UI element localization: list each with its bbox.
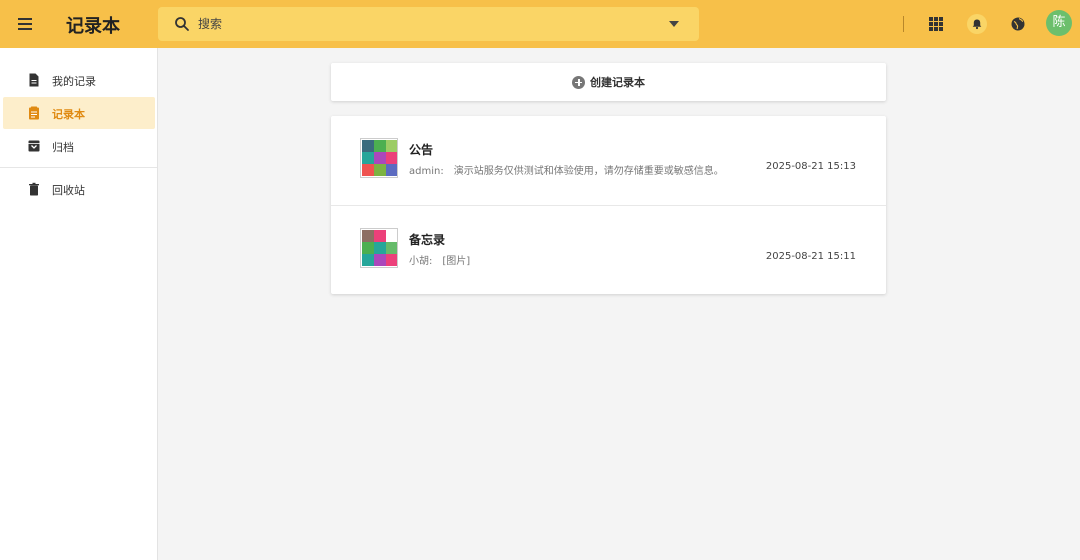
notebook-date: 2025-08-21 15:13 (765, 161, 856, 172)
sidebar-item-label: 记录本 (52, 108, 85, 121)
apps-grid-icon[interactable] (929, 17, 943, 31)
notebook-date: 2025-08-21 15:11 (765, 251, 856, 262)
sidebar-item-label: 回收站 (52, 184, 85, 197)
menu-icon[interactable] (14, 12, 38, 36)
archive-icon (28, 140, 40, 152)
sidebar-item-notebooks[interactable]: 记录本 (3, 97, 155, 129)
sidebar: 我的记录 记录本 归档 回收站 (0, 48, 158, 560)
notebook-list: 公告 admin: 演示站服务仅供测试和体验使用，请勿存储重要或敏感信息。 202… (331, 116, 886, 294)
document-icon (29, 73, 39, 87)
app-title: 记录本 (66, 16, 120, 37)
sidebar-item-label: 归档 (52, 141, 74, 154)
notebook-thumbnail (360, 228, 398, 268)
globe-icon[interactable] (1010, 16, 1026, 32)
create-notebook-button[interactable]: 创建记录本 (331, 63, 886, 101)
notebook-author: 小胡: (409, 256, 433, 267)
trash-icon (29, 182, 39, 196)
notifications-button[interactable] (967, 14, 987, 34)
notebook-preview: 小胡: [图片] (409, 252, 470, 267)
sidebar-item-my-records[interactable]: 我的记录 (3, 64, 155, 96)
add-circle-icon (572, 75, 585, 89)
create-notebook-label: 创建记录本 (590, 76, 645, 89)
sidebar-item-trash[interactable]: 回收站 (3, 173, 155, 205)
search-input[interactable] (198, 15, 638, 33)
notebook-row[interactable]: 备忘录 小胡: [图片] 2025-08-21 15:11 (331, 205, 886, 294)
notebook-title: 备忘录 (409, 233, 446, 247)
search-bar[interactable] (158, 7, 699, 41)
notebook-preview-text: [图片] (442, 256, 471, 267)
top-bar: 记录本 陈 (0, 0, 1080, 48)
notebook-preview: admin: 演示站服务仅供测试和体验使用，请勿存储重要或敏感信息。 (409, 162, 724, 177)
notebook-icon (29, 106, 39, 120)
bell-icon (972, 19, 982, 30)
search-dropdown-icon[interactable] (669, 21, 679, 27)
notebook-thumbnail (360, 138, 398, 178)
search-icon (175, 17, 189, 31)
sidebar-item-label: 我的记录 (52, 75, 96, 88)
notebook-preview-text: 演示站服务仅供测试和体验使用，请勿存储重要或敏感信息。 (453, 166, 724, 177)
notebook-row[interactable]: 公告 admin: 演示站服务仅供测试和体验使用，请勿存储重要或敏感信息。 202… (331, 116, 886, 205)
notebook-author: admin: (409, 166, 444, 177)
notebook-title: 公告 (409, 143, 434, 157)
toolbar-divider (903, 16, 904, 32)
sidebar-divider (0, 167, 157, 168)
user-avatar[interactable]: 陈 (1046, 10, 1072, 36)
sidebar-item-archive[interactable]: 归档 (3, 130, 155, 162)
